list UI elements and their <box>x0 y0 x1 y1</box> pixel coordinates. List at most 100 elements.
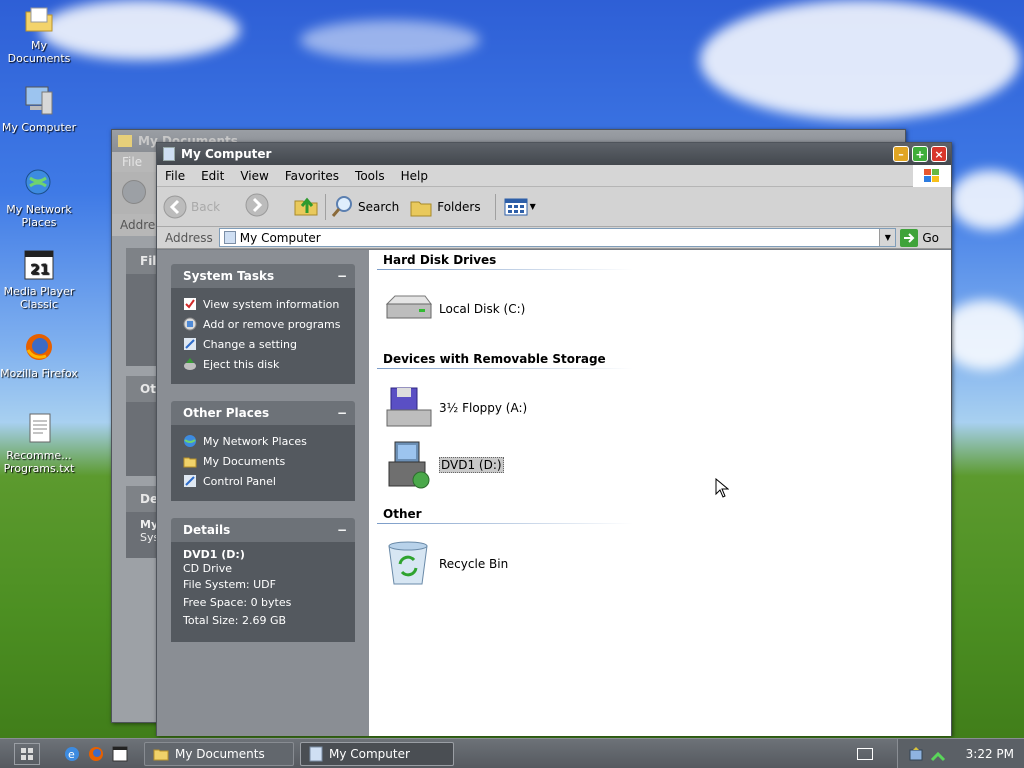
collapse-icon[interactable]: − <box>337 406 347 420</box>
network-globe-icon <box>184 435 196 447</box>
address-label: Address <box>165 230 213 245</box>
my-computer-window[interactable]: My Computer – + × File Edit View Favorit… <box>156 142 952 736</box>
back-button[interactable]: Back <box>163 195 233 219</box>
place-control-panel[interactable]: Control Panel <box>183 471 345 491</box>
menu-file[interactable]: File <box>122 155 142 169</box>
control-panel-icon <box>184 475 196 487</box>
minimize-button[interactable]: – <box>893 146 909 162</box>
folders-label: Folders <box>437 199 481 214</box>
task-add-remove-programs[interactable]: Add or remove programs <box>183 314 345 334</box>
panel-body: View system information Add or remove pr… <box>171 288 355 384</box>
desktop-icon-recommended-programs[interactable]: Recomme... Programs.txt <box>0 412 78 475</box>
group-title-other: Other <box>383 507 422 521</box>
other-places-panel: Other Places − My Network Places My Docu… <box>171 401 355 501</box>
toolbar-separator <box>494 193 496 220</box>
firefox-icon <box>22 330 56 364</box>
views-dropdown-icon: ▼ <box>529 202 536 211</box>
svg-text:21: 21 <box>30 262 49 278</box>
collapse-icon[interactable]: − <box>337 269 347 283</box>
menu-edit[interactable]: Edit <box>193 169 232 183</box>
task-eject-disk[interactable]: Eject this disk <box>183 354 345 374</box>
menu-tools[interactable]: Tools <box>347 169 393 183</box>
clock[interactable]: 3:22 PM <box>966 747 1014 761</box>
forward-button[interactable] <box>245 193 269 220</box>
panel-header[interactable]: System Tasks − <box>171 264 355 288</box>
internet-explorer-icon[interactable]: e <box>64 746 80 762</box>
go-label: Go <box>922 230 939 245</box>
title-bar[interactable]: My Computer – + × <box>157 143 951 165</box>
dvd-drive-icon <box>388 441 430 489</box>
back-arrow-icon <box>163 195 187 218</box>
drive-local-disk-c[interactable]: Local Disk (C:) <box>383 292 525 326</box>
toolbar-separator <box>325 193 326 220</box>
firefox-icon[interactable] <box>88 746 104 762</box>
group-divider <box>377 368 633 369</box>
taskbar-button-my-computer[interactable]: My Computer <box>300 741 454 766</box>
place-my-documents[interactable]: My Documents <box>183 451 345 471</box>
window-title: My Computer <box>181 147 272 161</box>
network-globe-icon <box>22 166 56 200</box>
views-grid-icon <box>504 198 528 215</box>
task-change-setting[interactable]: Change a setting <box>183 334 345 354</box>
close-button[interactable]: × <box>931 146 947 162</box>
safely-remove-hardware-icon[interactable] <box>908 746 924 762</box>
desktop-icon-label: Mozilla Firefox <box>0 367 78 380</box>
windows-logo-icon <box>913 164 951 187</box>
panel-body: My Network Places My Documents Control P… <box>171 425 355 501</box>
folder-documents-icon <box>22 2 56 36</box>
menu-file[interactable]: File <box>157 169 193 183</box>
desktop-icon-label: My Network Places <box>6 203 72 229</box>
network-status-icon[interactable] <box>930 746 946 762</box>
drive-floppy-a[interactable]: 3½ Floppy (A:) <box>383 386 527 430</box>
details-free-space: Free Space: 0 bytes <box>183 596 292 609</box>
folders-icon <box>410 201 432 216</box>
panel-header[interactable]: Other Places − <box>171 401 355 425</box>
text-file-icon <box>22 412 56 446</box>
task-view-system-information[interactable]: View system information <box>183 294 345 314</box>
floppy-drive-icon <box>386 387 432 427</box>
up-folder-icon <box>294 197 318 216</box>
recycle-bin[interactable]: Recycle Bin <box>383 540 508 588</box>
item-label-selected: DVD1 (D:) <box>439 457 504 473</box>
details-panel: Details − DVD1 (D:) CD Drive File System… <box>171 518 355 642</box>
drive-list[interactable]: Hard Disk Drives Local Disk (C:) Devices… <box>369 250 951 736</box>
media-player-icon[interactable] <box>112 746 128 762</box>
drive-dvd1-d[interactable]: DVD1 (D:) <box>383 440 504 490</box>
item-label: Local Disk (C:) <box>439 302 526 316</box>
item-label: 3½ Floppy (A:) <box>439 401 528 415</box>
quick-launch: e <box>64 746 128 762</box>
address-dropdown-button[interactable]: ▼ <box>879 229 896 246</box>
add-remove-programs-icon <box>183 317 197 331</box>
desktop-icon-my-network-places[interactable]: My Network Places <box>0 166 78 229</box>
panel-header[interactable]: Details − <box>171 518 355 542</box>
maximize-button[interactable]: + <box>912 146 928 162</box>
desktop-icon-media-player-classic[interactable]: 21 Media Player Classic <box>0 248 78 311</box>
desktop-icon-my-computer[interactable]: My Computer <box>0 84 78 134</box>
menu-view[interactable]: View <box>232 169 276 183</box>
desktop-icon-my-documents[interactable]: My Documents <box>0 2 78 65</box>
details-type: CD Drive <box>183 562 232 575</box>
search-button[interactable]: Search <box>330 195 399 219</box>
menu-favorites[interactable]: Favorites <box>277 169 347 183</box>
taskbar-button-my-documents[interactable]: My Documents <box>144 741 294 766</box>
up-folder-button[interactable] <box>293 193 319 220</box>
search-label: Search <box>358 199 400 214</box>
panel-body: DVD1 (D:) CD Drive File System: UDF Free… <box>171 542 355 642</box>
forward-arrow-icon <box>245 193 269 217</box>
collapse-icon[interactable]: − <box>337 523 347 537</box>
go-button[interactable]: Go <box>896 228 951 247</box>
desktop-icon-mozilla-firefox[interactable]: Mozilla Firefox <box>0 330 78 380</box>
folder-documents-icon <box>183 457 197 468</box>
desktop-icon-label: My Documents <box>7 39 71 65</box>
back-arrow-icon[interactable] <box>122 180 146 204</box>
group-title-hard-disk-drives: Hard Disk Drives <box>383 253 497 267</box>
menu-help[interactable]: Help <box>393 169 436 183</box>
panel-title: Details <box>183 523 231 537</box>
address-input[interactable]: My Computer ▼ <box>218 228 897 247</box>
back-label: Back <box>191 199 221 214</box>
start-button[interactable] <box>14 742 40 765</box>
place-my-network-places[interactable]: My Network Places <box>183 431 345 451</box>
folders-button[interactable]: Folders <box>409 196 481 218</box>
keyboard-icon[interactable] <box>856 747 873 760</box>
views-button[interactable]: ▼ <box>504 197 536 217</box>
